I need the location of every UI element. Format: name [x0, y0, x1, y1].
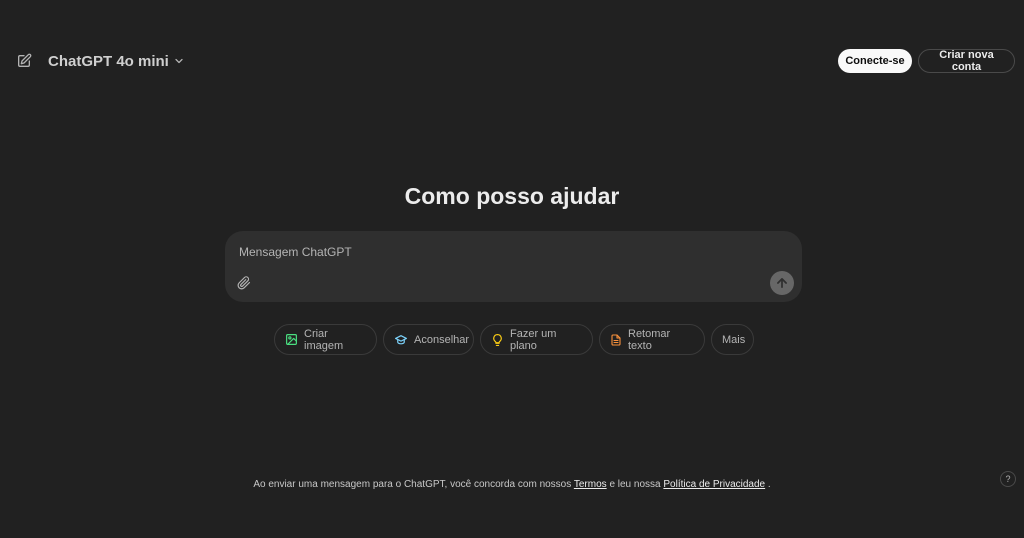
model-name: ChatGPT 4o mini	[48, 52, 169, 70]
chip-advise[interactable]: Aconselhar	[383, 324, 474, 355]
question-mark-icon: ?	[1005, 474, 1011, 484]
footer-text: e leu nossa	[609, 479, 661, 490]
model-selector[interactable]: ChatGPT 4o mini	[42, 49, 191, 73]
document-icon	[610, 333, 622, 347]
footer-text: .	[767, 479, 771, 490]
chip-summarize-text[interactable]: Retomar texto	[599, 324, 705, 355]
edit-icon	[16, 53, 32, 69]
message-input[interactable]	[237, 241, 771, 263]
page-title: Como posso ajudar	[404, 183, 620, 209]
help-button[interactable]: ?	[1000, 471, 1016, 487]
terms-link[interactable]: Termos	[574, 479, 607, 490]
signup-button[interactable]: Criar nova conta	[918, 49, 1015, 73]
footer-text: Ao enviar uma mensagem para o ChatGPT, v…	[253, 479, 572, 490]
lightbulb-icon	[491, 333, 504, 347]
chat-page: ChatGPT 4o mini Conecte-se Criar nova co…	[0, 0, 1024, 538]
chip-label: Aconselhar	[414, 333, 470, 346]
chevron-down-icon	[173, 55, 185, 67]
send-button[interactable]	[770, 271, 794, 295]
chip-label: Retomar texto	[628, 327, 671, 352]
chip-label: Fazer um plano	[510, 327, 557, 352]
header: ChatGPT 4o mini Conecte-se Criar nova co…	[0, 44, 1024, 78]
privacy-policy-link[interactable]: Política de Privacidade	[663, 479, 765, 490]
new-chat-button[interactable]	[14, 51, 34, 71]
chip-label: Criar imagem	[304, 327, 344, 352]
image-icon	[285, 333, 298, 346]
chip-more[interactable]: Mais	[711, 324, 754, 355]
paperclip-icon	[237, 275, 251, 291]
footer-disclaimer: Ao enviar uma mensagem para o ChatGPT, v…	[0, 479, 1024, 490]
chip-make-plan[interactable]: Fazer um plano	[480, 324, 593, 355]
chip-create-image[interactable]: Criar imagem	[274, 324, 377, 355]
login-button[interactable]: Conecte-se	[838, 49, 912, 73]
composer	[225, 231, 802, 302]
chip-label: Mais	[722, 333, 746, 346]
arrow-up-icon	[775, 276, 789, 290]
graduation-cap-icon	[394, 333, 408, 346]
attach-button[interactable]	[235, 273, 253, 293]
